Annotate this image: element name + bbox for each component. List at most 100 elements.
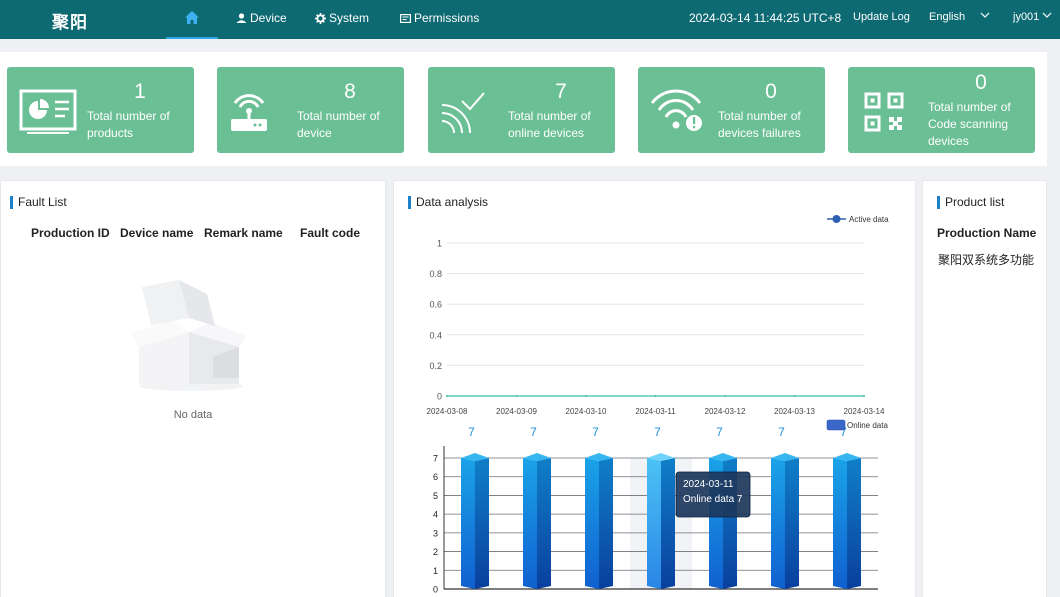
nav-permissions-label: Permissions: [414, 11, 480, 25]
x-tick-label: 2024-03-08: [427, 407, 468, 416]
qr-code-icon: [864, 92, 904, 132]
y-tick-label: 7: [433, 454, 438, 464]
bar-online-data[interactable]: [771, 458, 785, 589]
data-point[interactable]: [863, 395, 865, 397]
y-tick-label: 2: [433, 547, 438, 557]
bar-side-face: [847, 458, 861, 589]
bar-value-label: 7: [530, 425, 537, 439]
user-icon: [236, 13, 247, 23]
y-tick-label: 0.4: [429, 330, 442, 340]
app-logo[interactable]: 聚阳: [52, 8, 88, 33]
data-point[interactable]: [515, 395, 518, 397]
panel-title: Fault List: [10, 196, 67, 209]
user-menu[interactable]: jy001: [1013, 11, 1039, 23]
datetime-display: 2024-03-14 11:44:25 UTC+8: [689, 11, 842, 25]
home-icon: [185, 11, 199, 24]
bar-online-data[interactable]: [523, 458, 537, 589]
y-tick-label: 0.8: [429, 269, 442, 279]
language-selector[interactable]: English: [929, 11, 965, 23]
bar-side-face: [537, 458, 551, 589]
x-tick-label: 2024-03-12: [705, 407, 746, 416]
x-tick-label: 2024-03-13: [774, 407, 815, 416]
stat-value: 0: [765, 80, 777, 103]
y-tick-label: 1: [437, 239, 442, 249]
y-tick-label: 0.2: [429, 361, 442, 371]
stat-card-device-failures[interactable]: 0 Total number of devices failures: [638, 67, 825, 153]
tooltip-value: Online data 7: [683, 494, 743, 505]
product-list-panel: Product list Production Name 聚阳双系统多功能: [922, 180, 1047, 597]
nav-permissions[interactable]: Permissions: [400, 11, 479, 25]
stat-value: 0: [975, 71, 987, 94]
product-name-cell[interactable]: 聚阳双系统多功能: [938, 251, 1034, 268]
bar-online-data[interactable]: [647, 458, 661, 589]
column-header[interactable]: Production Name: [937, 226, 1036, 240]
legend-label[interactable]: Online data: [847, 421, 888, 430]
fault-list-panel: Fault List Production ID Device name Rem…: [0, 180, 386, 597]
wifi-alert-icon: [650, 89, 702, 131]
data-point[interactable]: [793, 395, 796, 397]
y-tick-label: 3: [433, 528, 438, 538]
bar-value-label: 7: [592, 425, 599, 439]
column-header[interactable]: Fault code: [300, 226, 360, 240]
bar-value-label: 7: [654, 425, 661, 439]
stat-card-products[interactable]: 1 Total number of products: [7, 67, 194, 153]
stat-value: 7: [555, 80, 567, 103]
x-tick-label: 2024-03-10: [566, 407, 607, 416]
y-tick-label: 0: [433, 585, 438, 595]
y-tick-label: 6: [433, 472, 438, 482]
gear-icon: [315, 12, 326, 24]
column-header[interactable]: Remark name: [204, 226, 283, 240]
nav-system[interactable]: System: [315, 11, 369, 25]
id-card-icon: [400, 13, 411, 23]
signal-check-icon: [441, 92, 485, 134]
x-tick-label: 2024-03-14: [844, 407, 885, 416]
chevron-down-icon[interactable]: [1042, 12, 1052, 19]
y-tick-label: 5: [433, 491, 438, 501]
y-tick-label: 4: [433, 510, 438, 520]
column-header[interactable]: Production ID: [31, 226, 110, 240]
nav-device-label: Device: [250, 11, 287, 25]
bar-side-face: [599, 458, 613, 589]
chevron-down-icon[interactable]: [980, 12, 990, 19]
stat-card-devices[interactable]: 8 Total number of device: [217, 67, 404, 153]
data-analysis-panel: Data analysis 0 0.2 0.4 0.6 0.8 1 2024-03-08 20…: [393, 180, 916, 597]
legend-label[interactable]: Active data: [849, 215, 889, 224]
data-analysis-charts: 0 0.2 0.4 0.6 0.8 1 2024-03-08 2024-03-09 2024-0…: [427, 215, 889, 595]
router-icon: [231, 94, 267, 131]
legend-marker[interactable]: [832, 215, 841, 223]
empty-box-icon: [131, 280, 247, 391]
bar-side-face: [475, 458, 489, 589]
stat-label: Total number of online devices: [508, 109, 591, 140]
data-point[interactable]: [446, 395, 448, 397]
data-point[interactable]: [654, 395, 657, 397]
column-header[interactable]: Device name: [120, 226, 193, 240]
nav-home[interactable]: [166, 0, 218, 39]
y-tick-label: 0: [437, 392, 442, 402]
bar-online-data[interactable]: [585, 458, 599, 589]
data-point[interactable]: [724, 395, 726, 397]
nav-system-label: System: [329, 11, 370, 25]
bar-online-data[interactable]: [461, 458, 475, 589]
y-tick-label: 1: [433, 566, 438, 576]
stat-value: 1: [134, 80, 146, 103]
stat-card-code-scanning[interactable]: 0 Total number of Code scanning devices: [848, 67, 1035, 153]
data-point[interactable]: [585, 395, 587, 397]
tooltip-date: 2024-03-11: [683, 479, 734, 490]
stat-label: Total number of devices failures: [718, 109, 801, 140]
nav-device[interactable]: Device: [236, 11, 287, 25]
bar-side-face: [661, 458, 675, 589]
stat-card-online-devices[interactable]: 7 Total number of online devices: [428, 67, 615, 153]
y-tick-label: 0.6: [429, 300, 442, 310]
bar-online-data[interactable]: [833, 458, 847, 589]
bar-value-label: 7: [778, 425, 785, 439]
panel-title: Product list: [937, 196, 1004, 209]
update-log-link[interactable]: Update Log: [853, 11, 910, 23]
stat-label: Total number of device: [297, 109, 380, 140]
empty-state-text: No data: [173, 409, 213, 421]
dashboard-screen-icon: [19, 89, 77, 134]
legend-swatch[interactable]: [826, 419, 846, 431]
bar-value-label: 7: [716, 425, 723, 439]
top-navigation-bar: 聚阳 Device System Permissions 2024-03-14 …: [0, 0, 1060, 39]
statistics-strip: 1 Total number of products 8 Total numbe…: [0, 52, 1047, 166]
x-tick-label: 2024-03-09: [496, 407, 537, 416]
